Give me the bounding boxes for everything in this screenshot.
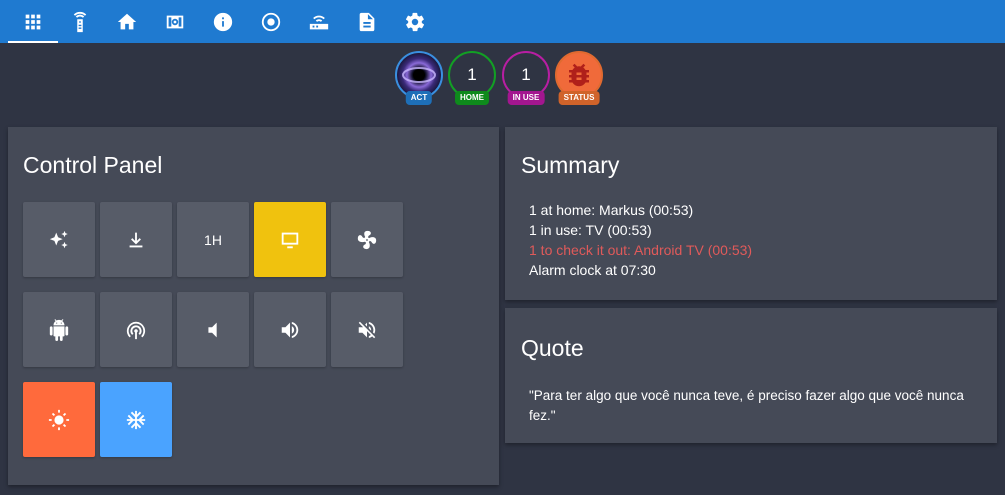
heat-button[interactable] xyxy=(23,382,95,457)
android-button[interactable] xyxy=(23,292,95,367)
broadcast-icon xyxy=(126,321,146,339)
monitor-icon xyxy=(281,232,299,248)
volume-up-button[interactable] xyxy=(254,292,326,367)
quote-card: Quote "Para ter algo que você nunca teve… xyxy=(505,308,997,443)
android-icon xyxy=(49,318,69,341)
gear-icon xyxy=(405,12,425,31)
router-icon xyxy=(309,15,329,29)
badge-home-label: HOME xyxy=(455,91,489,105)
fan-icon xyxy=(357,230,377,249)
tab-remote[interactable] xyxy=(57,0,103,43)
apps-grid-icon xyxy=(25,14,41,29)
control-panel-card: Control Panel 1H xyxy=(8,127,499,485)
tab-apps[interactable] xyxy=(8,0,58,43)
summary-line-check: 1 to check it out: Android TV (00:53) xyxy=(529,242,753,258)
download-button[interactable] xyxy=(100,202,172,277)
tab-info[interactable] xyxy=(200,0,246,43)
tab-document[interactable] xyxy=(344,0,390,43)
badge-in-use[interactable]: 1 IN USE xyxy=(502,51,550,107)
summary-line-in-use: 1 in use: TV (00:53) xyxy=(529,222,652,238)
volume-high-icon xyxy=(281,321,299,338)
record-icon xyxy=(261,12,281,31)
badge-in-use-label: IN USE xyxy=(507,91,545,105)
snowflake-icon xyxy=(126,410,146,429)
tab-router[interactable] xyxy=(296,0,342,43)
tab-record[interactable] xyxy=(248,0,294,43)
control-panel-title: Control Panel xyxy=(23,152,163,178)
summary-card: Summary 1 at home: Markus (00:53) 1 in u… xyxy=(505,127,997,300)
quote-title: Quote xyxy=(521,335,584,361)
summary-line-alarm: Alarm clock at 07:30 xyxy=(529,262,656,278)
sun-icon xyxy=(48,409,70,430)
mute-button[interactable] xyxy=(331,292,403,367)
tab-settings[interactable] xyxy=(392,0,438,43)
sparkle-icon xyxy=(49,230,68,248)
tab-speaker[interactable] xyxy=(152,0,198,43)
summary-line-home: 1 at home: Markus (00:53) xyxy=(529,202,694,218)
volume-mute-icon xyxy=(358,321,376,338)
summary-title: Summary xyxy=(521,152,620,178)
speaker-icon xyxy=(166,15,184,28)
tv-button[interactable] xyxy=(254,202,326,277)
document-icon xyxy=(359,12,375,31)
home-icon xyxy=(117,13,137,29)
one-hour-label: 1H xyxy=(204,231,222,248)
volume-low-icon xyxy=(208,322,217,337)
top-nav-bar xyxy=(0,0,1005,43)
download-icon xyxy=(129,232,143,247)
fan-button[interactable] xyxy=(331,202,403,277)
badge-status-label: STATUS xyxy=(558,91,600,105)
one-hour-button[interactable]: 1H xyxy=(177,202,249,277)
badge-act[interactable]: ACT xyxy=(395,51,443,107)
scene-button[interactable] xyxy=(23,202,95,277)
badge-home[interactable]: 1 HOME xyxy=(448,51,496,107)
broadcast-button[interactable] xyxy=(100,292,172,367)
badge-act-label: ACT xyxy=(405,91,433,105)
info-icon xyxy=(213,12,233,31)
badge-status[interactable]: STATUS xyxy=(555,51,603,107)
tab-home[interactable] xyxy=(104,0,150,43)
quote-text: "Para ter algo que você nunca teve, é pr… xyxy=(529,388,964,423)
cool-button[interactable] xyxy=(100,382,172,457)
remote-icon xyxy=(73,11,87,32)
volume-down-button[interactable] xyxy=(177,292,249,367)
